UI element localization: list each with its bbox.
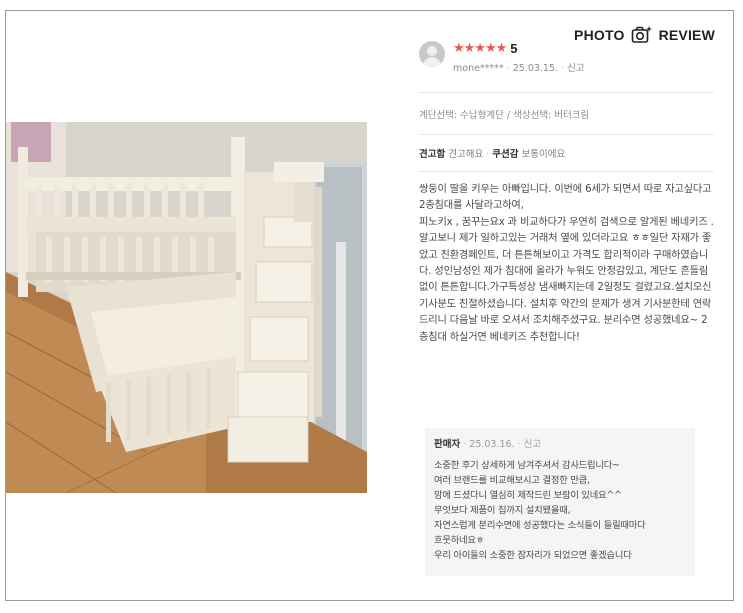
attr-value-sturdiness: 견고해요	[448, 149, 484, 160]
seller-report-link[interactable]: 신고	[524, 439, 541, 450]
review-card: PHOTO REVIEW ★★★★★ 5 mone***** · 25.03.1…	[5, 10, 734, 601]
seller-label: 판매자	[434, 439, 461, 450]
seller-reply-date: 25.03.16.	[469, 439, 515, 450]
attr-name-cushion: 쿠션감	[492, 149, 519, 160]
seller-reply-header: 판매자 · 25.03.16. · 신고	[434, 439, 542, 450]
review-content: ★★★★★ 5 mone***** · 25.03.15. · 신고 계단선택: 수납형…	[419, 41, 714, 346]
review-author: mone*****	[453, 63, 504, 74]
attr-value-cushion: 보통이에요	[521, 149, 566, 160]
rating-score: 5	[510, 41, 518, 56]
star-rating-icon: ★★★★★	[453, 41, 507, 56]
report-link[interactable]: 신고	[567, 63, 584, 74]
review-attributes: 견고함 견고해요 · 쿠션감 보통이에요	[419, 149, 566, 160]
review-date: 25.03.15.	[512, 63, 559, 74]
review-header-info: ★★★★★ 5 mone***** · 25.03.15. · 신고	[453, 41, 585, 74]
attr-name-sturdiness: 견고함	[419, 149, 446, 160]
review-meta: mone***** · 25.03.15. · 신고	[453, 63, 585, 74]
avatar	[419, 41, 445, 67]
review-photo[interactable]	[6, 122, 367, 493]
review-header: ★★★★★ 5 mone***** · 25.03.15. · 신고	[419, 41, 714, 74]
rating: ★★★★★ 5	[453, 41, 585, 56]
seller-reply: 판매자 · 25.03.16. · 신고 소중한 후기 상세하게 남겨주셔서 감사드립니…	[425, 428, 695, 576]
bunk-bed-photo	[6, 122, 367, 493]
seller-reply-text: 소중한 후기 상세하게 남겨주셔서 감사드립니다~ 여러 브랜드를 비교해보시고…	[434, 460, 646, 561]
review-body: 쌍둥이 딸을 키우는 아빠입니다. 이번에 6세가 되면서 따로 자고싶다고 2…	[419, 184, 714, 343]
product-options: 계단선택: 수납형계단 / 색상선택: 버터크림	[419, 110, 590, 121]
